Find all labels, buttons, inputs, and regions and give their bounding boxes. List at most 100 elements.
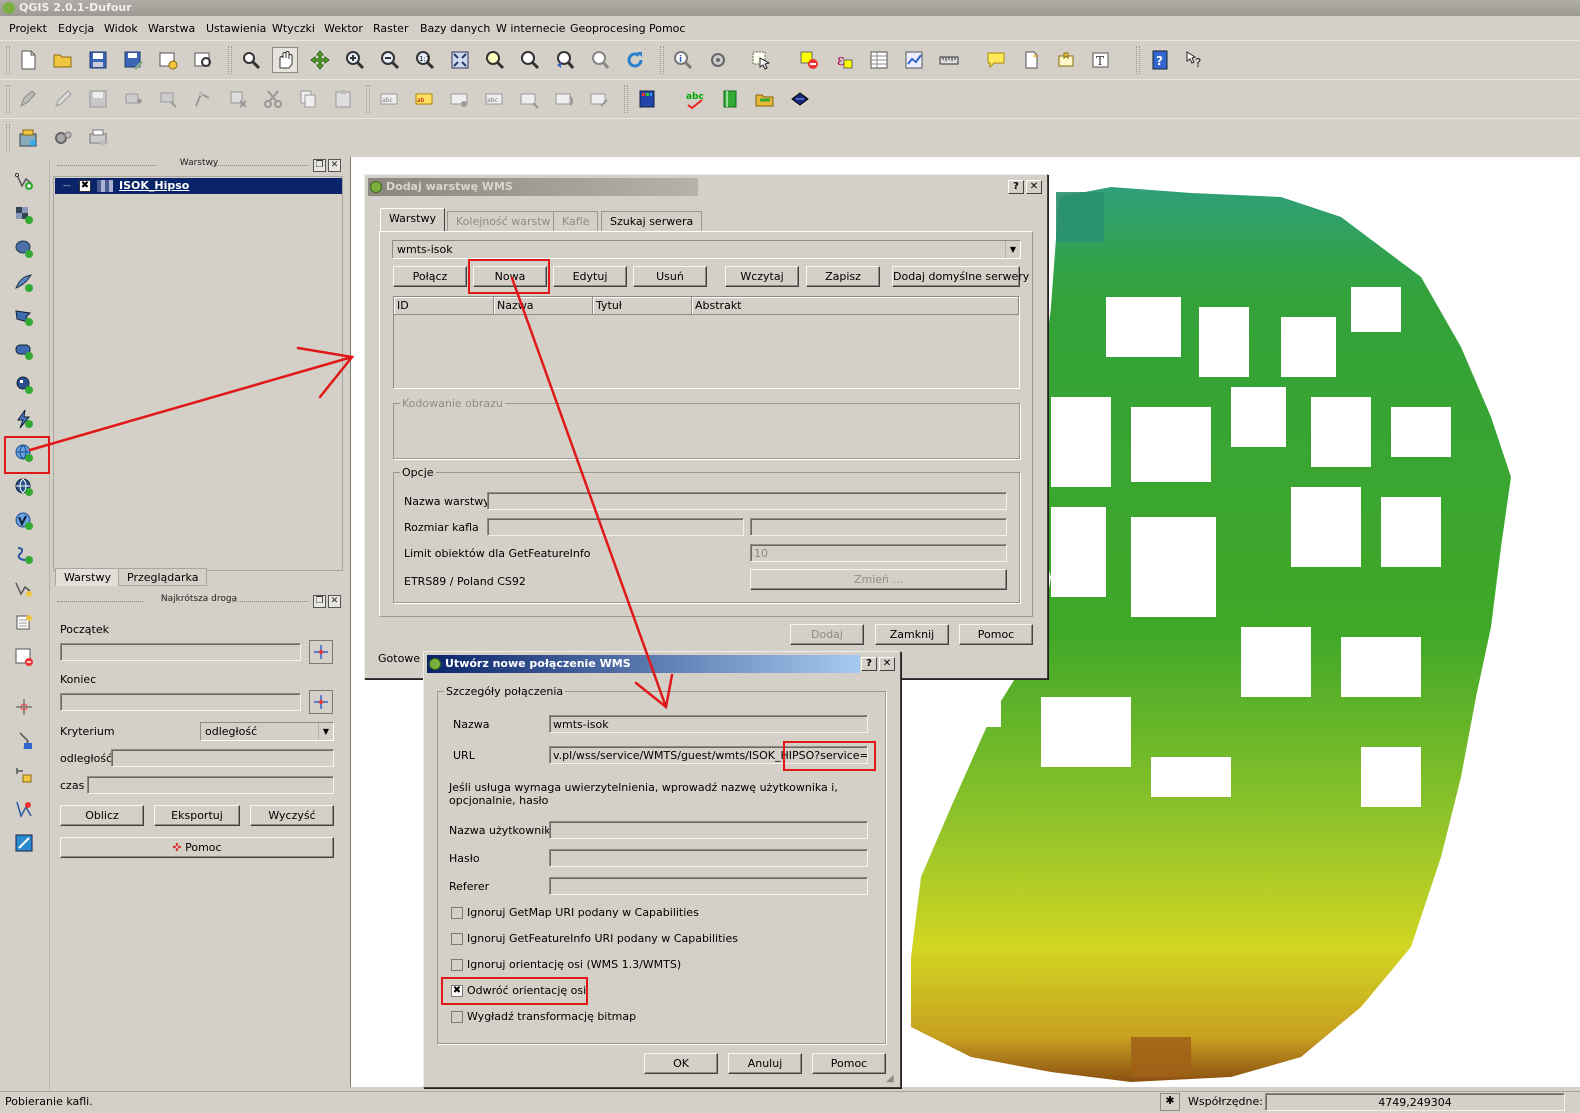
- zoom-next-icon[interactable]: [587, 47, 613, 73]
- text-annotation-icon[interactable]: T: [1088, 47, 1114, 73]
- statistics-icon[interactable]: [901, 47, 927, 73]
- menu-bazy-danych[interactable]: Bazy danych: [420, 22, 490, 35]
- pan-to-center-icon[interactable]: [307, 47, 333, 73]
- current-edits-icon[interactable]: [15, 86, 41, 112]
- show-bookmarks-icon[interactable]: [1053, 47, 1079, 73]
- save-project-icon[interactable]: [85, 47, 111, 73]
- zoom-actual-size-icon[interactable]: 1:1: [412, 47, 438, 73]
- map-export-icon[interactable]: [11, 830, 37, 856]
- zoom-in-icon[interactable]: [342, 47, 368, 73]
- label-toolbar-icon[interactable]: abc: [376, 86, 402, 112]
- cut-features-icon[interactable]: [260, 86, 286, 112]
- toolbar-handle[interactable]: [228, 46, 232, 74]
- node-tool-icon[interactable]: [190, 86, 216, 112]
- copy-features-icon[interactable]: [295, 86, 321, 112]
- distance-field[interactable]: [111, 749, 334, 767]
- menu-w-internecie[interactable]: W internecie: [496, 22, 565, 35]
- ignore-getfeatureinfo-checkbox[interactable]: [451, 933, 463, 945]
- add-feature-icon[interactable]: [120, 86, 146, 112]
- toolbar-handle[interactable]: [6, 46, 10, 74]
- toolbar-handle[interactable]: [366, 85, 370, 113]
- save-connections-button[interactable]: Zapisz: [806, 266, 880, 287]
- show-hide-labels-icon[interactable]: abc: [481, 86, 507, 112]
- add-raster-layer-icon[interactable]: [11, 202, 37, 228]
- route-help-button[interactable]: ✜ Pomoc: [60, 837, 334, 858]
- export-button[interactable]: Eksportuj: [154, 805, 240, 826]
- menu-geoprocesing[interactable]: Geoprocesing: [570, 22, 646, 35]
- column-nazwa[interactable]: Nazwa: [494, 297, 593, 315]
- float-panel-icon[interactable]: ❐: [313, 595, 326, 608]
- toolbar-handle[interactable]: [6, 124, 10, 152]
- zoom-to-selection-icon[interactable]: [482, 47, 508, 73]
- select-features-icon[interactable]: [748, 47, 774, 73]
- save-edits-icon[interactable]: [85, 86, 111, 112]
- georeferencer-icon[interactable]: [11, 796, 37, 822]
- calculate-button[interactable]: Oblicz: [60, 805, 144, 826]
- new-shapefile-icon[interactable]: [11, 576, 37, 602]
- help-contents-icon[interactable]: ?: [1147, 47, 1173, 73]
- referer-field[interactable]: [549, 877, 868, 895]
- menu-wtyczki[interactable]: Wtyczki: [272, 22, 315, 35]
- menu-warstwa[interactable]: Warstwa: [148, 22, 195, 35]
- toggle-extents-icon[interactable]: ✱: [1160, 1093, 1180, 1111]
- zoom-last-icon[interactable]: [552, 47, 578, 73]
- ignore-axis-orientation-checkbox[interactable]: [451, 959, 463, 971]
- cancel-button[interactable]: Anuluj: [728, 1053, 802, 1074]
- composer-manager-icon[interactable]: [190, 47, 216, 73]
- layers-table[interactable]: ID Nazwa Tytuł Abstrakt: [393, 296, 1020, 389]
- change-crs-button[interactable]: Zmień ...: [750, 569, 1007, 590]
- connection-select[interactable]: wmts-isok ▼: [392, 240, 1021, 259]
- feature-limit-field[interactable]: 10: [750, 544, 1007, 562]
- edit-connection-button[interactable]: Edytuj: [553, 266, 627, 287]
- toggle-editing-icon[interactable]: [50, 86, 76, 112]
- menu-wektor[interactable]: Wektor: [324, 22, 363, 35]
- new-spatialite-layer-icon[interactable]: [11, 610, 37, 636]
- add-button[interactable]: Dodaj: [790, 624, 864, 645]
- layer-item[interactable]: — ✖ ISOK_Hipso: [55, 178, 342, 194]
- close-button[interactable]: Zamknij: [875, 624, 949, 645]
- load-connections-button[interactable]: Wczytaj: [725, 266, 799, 287]
- end-picker-icon[interactable]: [309, 690, 333, 714]
- tab-kolejnosc-warstw[interactable]: Kolejność warstw: [447, 211, 560, 231]
- time-field[interactable]: [87, 776, 334, 794]
- pan-hand-icon[interactable]: [272, 47, 298, 73]
- criterion-select[interactable]: odległość ▼: [200, 722, 334, 741]
- smooth-pixmap-checkbox[interactable]: [451, 1011, 463, 1023]
- digitize-crosshair-icon[interactable]: [11, 694, 37, 720]
- spell-check-icon[interactable]: abc: [682, 86, 708, 112]
- ignore-getmap-checkbox[interactable]: [451, 907, 463, 919]
- connect-button[interactable]: Połącz: [393, 266, 467, 287]
- open-folder-green-icon[interactable]: [752, 86, 778, 112]
- ok-button[interactable]: OK: [644, 1053, 718, 1074]
- add-spatialite-layer-icon[interactable]: [11, 270, 37, 296]
- label-highlight-icon[interactable]: ab: [411, 86, 437, 112]
- end-field[interactable]: [60, 693, 301, 711]
- tile-height-field[interactable]: [750, 518, 1007, 536]
- clear-button[interactable]: Wyczyść: [250, 805, 334, 826]
- menu-ustawienia[interactable]: Ustawienia: [206, 22, 266, 35]
- connection-name-field[interactable]: wmts-isok: [549, 715, 868, 733]
- column-abstrakt[interactable]: Abstrakt: [692, 297, 1019, 315]
- plugin-map-icon[interactable]: [15, 125, 41, 151]
- menu-projekt[interactable]: Projekt: [9, 22, 47, 35]
- deselect-icon[interactable]: [796, 47, 822, 73]
- column-tytul[interactable]: Tytuł: [593, 297, 692, 315]
- tile-width-field[interactable]: [487, 518, 744, 536]
- tab-warstwy[interactable]: Warstwy: [55, 568, 120, 586]
- tab-kafle[interactable]: Kafle: [553, 211, 599, 231]
- tab-szukaj-serwera[interactable]: Szukaj serwera: [601, 211, 703, 231]
- zoom-full-icon[interactable]: [447, 47, 473, 73]
- new-bookmark-icon[interactable]: [1018, 47, 1044, 73]
- open-project-icon[interactable]: [50, 47, 76, 73]
- add-oracle-layer-icon[interactable]: [11, 338, 37, 364]
- pan-to-selection-icon[interactable]: [238, 47, 264, 73]
- tab-przegladarka[interactable]: Przeglądarka: [118, 568, 208, 586]
- close-panel-icon[interactable]: ✕: [328, 159, 341, 172]
- delete-selected-icon[interactable]: [225, 86, 251, 112]
- add-vector-from-layer-icon[interactable]: [11, 406, 37, 432]
- add-db2-layer-icon[interactable]: [11, 372, 37, 398]
- save-as-icon[interactable]: [120, 47, 146, 73]
- add-postgis-layer-icon[interactable]: [11, 236, 37, 262]
- help-titlebar-button[interactable]: ?: [861, 657, 877, 671]
- start-picker-icon[interactable]: [309, 640, 333, 664]
